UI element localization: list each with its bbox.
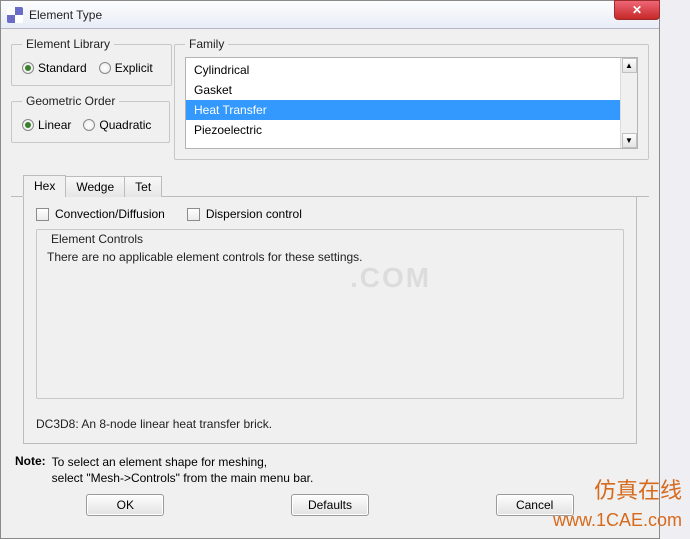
app-icon <box>7 7 23 23</box>
checkbox-convection-label: Convection/Diffusion <box>55 207 165 221</box>
defaults-button[interactable]: Defaults <box>291 494 369 516</box>
radio-standard-label: Standard <box>38 61 87 75</box>
ok-button[interactable]: OK <box>86 494 164 516</box>
radio-explicit[interactable] <box>99 62 111 74</box>
checkbox-convection[interactable] <box>36 208 49 221</box>
tab-wedge[interactable]: Wedge <box>65 176 125 197</box>
family-item[interactable]: Cylindrical <box>186 60 637 80</box>
tab-hex[interactable]: Hex <box>23 175 66 197</box>
family-legend: Family <box>185 37 228 51</box>
note-text: To select an element shape for meshing, … <box>52 454 314 486</box>
family-item[interactable]: Gasket <box>186 80 637 100</box>
dialog-content: Element Library Standard Explicit Geomet… <box>1 29 659 534</box>
dialog-window: Element Type ✕ Element Library Standard … <box>0 0 660 539</box>
radio-quadratic-label: Quadratic <box>99 118 151 132</box>
family-item[interactable]: Piezoelectric <box>186 120 637 140</box>
element-description: DC3D8: An 8-node linear heat transfer br… <box>36 417 624 431</box>
tab-tet[interactable]: Tet <box>124 176 162 197</box>
scroll-down-icon[interactable]: ▼ <box>622 133 637 148</box>
family-item-selected[interactable]: Heat Transfer <box>186 100 637 120</box>
cancel-button[interactable]: Cancel <box>496 494 574 516</box>
titlebar[interactable]: Element Type ✕ <box>1 1 659 29</box>
family-group: Family Cylindrical Gasket Heat Transfer … <box>174 37 649 160</box>
element-controls-group: Element Controls There are no applicable… <box>36 229 624 399</box>
checkbox-dispersion[interactable] <box>187 208 200 221</box>
close-button[interactable]: ✕ <box>614 0 660 20</box>
geometric-order-group: Geometric Order Linear Quadratic <box>11 94 170 143</box>
element-controls-text: There are no applicable element controls… <box>47 250 613 264</box>
note-line2: select "Mesh->Controls" from the main me… <box>52 471 314 485</box>
radio-linear[interactable] <box>22 119 34 131</box>
tab-strip: Hex Wedge Tet <box>11 174 649 197</box>
radio-explicit-label: Explicit <box>115 61 153 75</box>
element-library-group: Element Library Standard Explicit <box>11 37 172 86</box>
checkbox-dispersion-label: Dispersion control <box>206 207 302 221</box>
note-row: Note: To select an element shape for mes… <box>11 444 649 490</box>
note-label: Note: <box>15 454 46 486</box>
radio-linear-label: Linear <box>38 118 71 132</box>
note-line1: To select an element shape for meshing, <box>52 455 267 469</box>
geometric-order-legend: Geometric Order <box>22 94 119 108</box>
family-scrollbar[interactable]: ▲ ▼ <box>620 58 637 148</box>
element-library-legend: Element Library <box>22 37 114 51</box>
window-title: Element Type <box>29 8 102 22</box>
scroll-up-icon[interactable]: ▲ <box>622 58 637 73</box>
button-row: OK Defaults Cancel <box>11 490 649 526</box>
radio-standard[interactable] <box>22 62 34 74</box>
tab-panel-hex: Convection/Diffusion Dispersion control … <box>23 197 637 444</box>
radio-quadratic[interactable] <box>83 119 95 131</box>
element-controls-legend: Element Controls <box>47 232 147 246</box>
family-listbox[interactable]: Cylindrical Gasket Heat Transfer Piezoel… <box>185 57 638 149</box>
